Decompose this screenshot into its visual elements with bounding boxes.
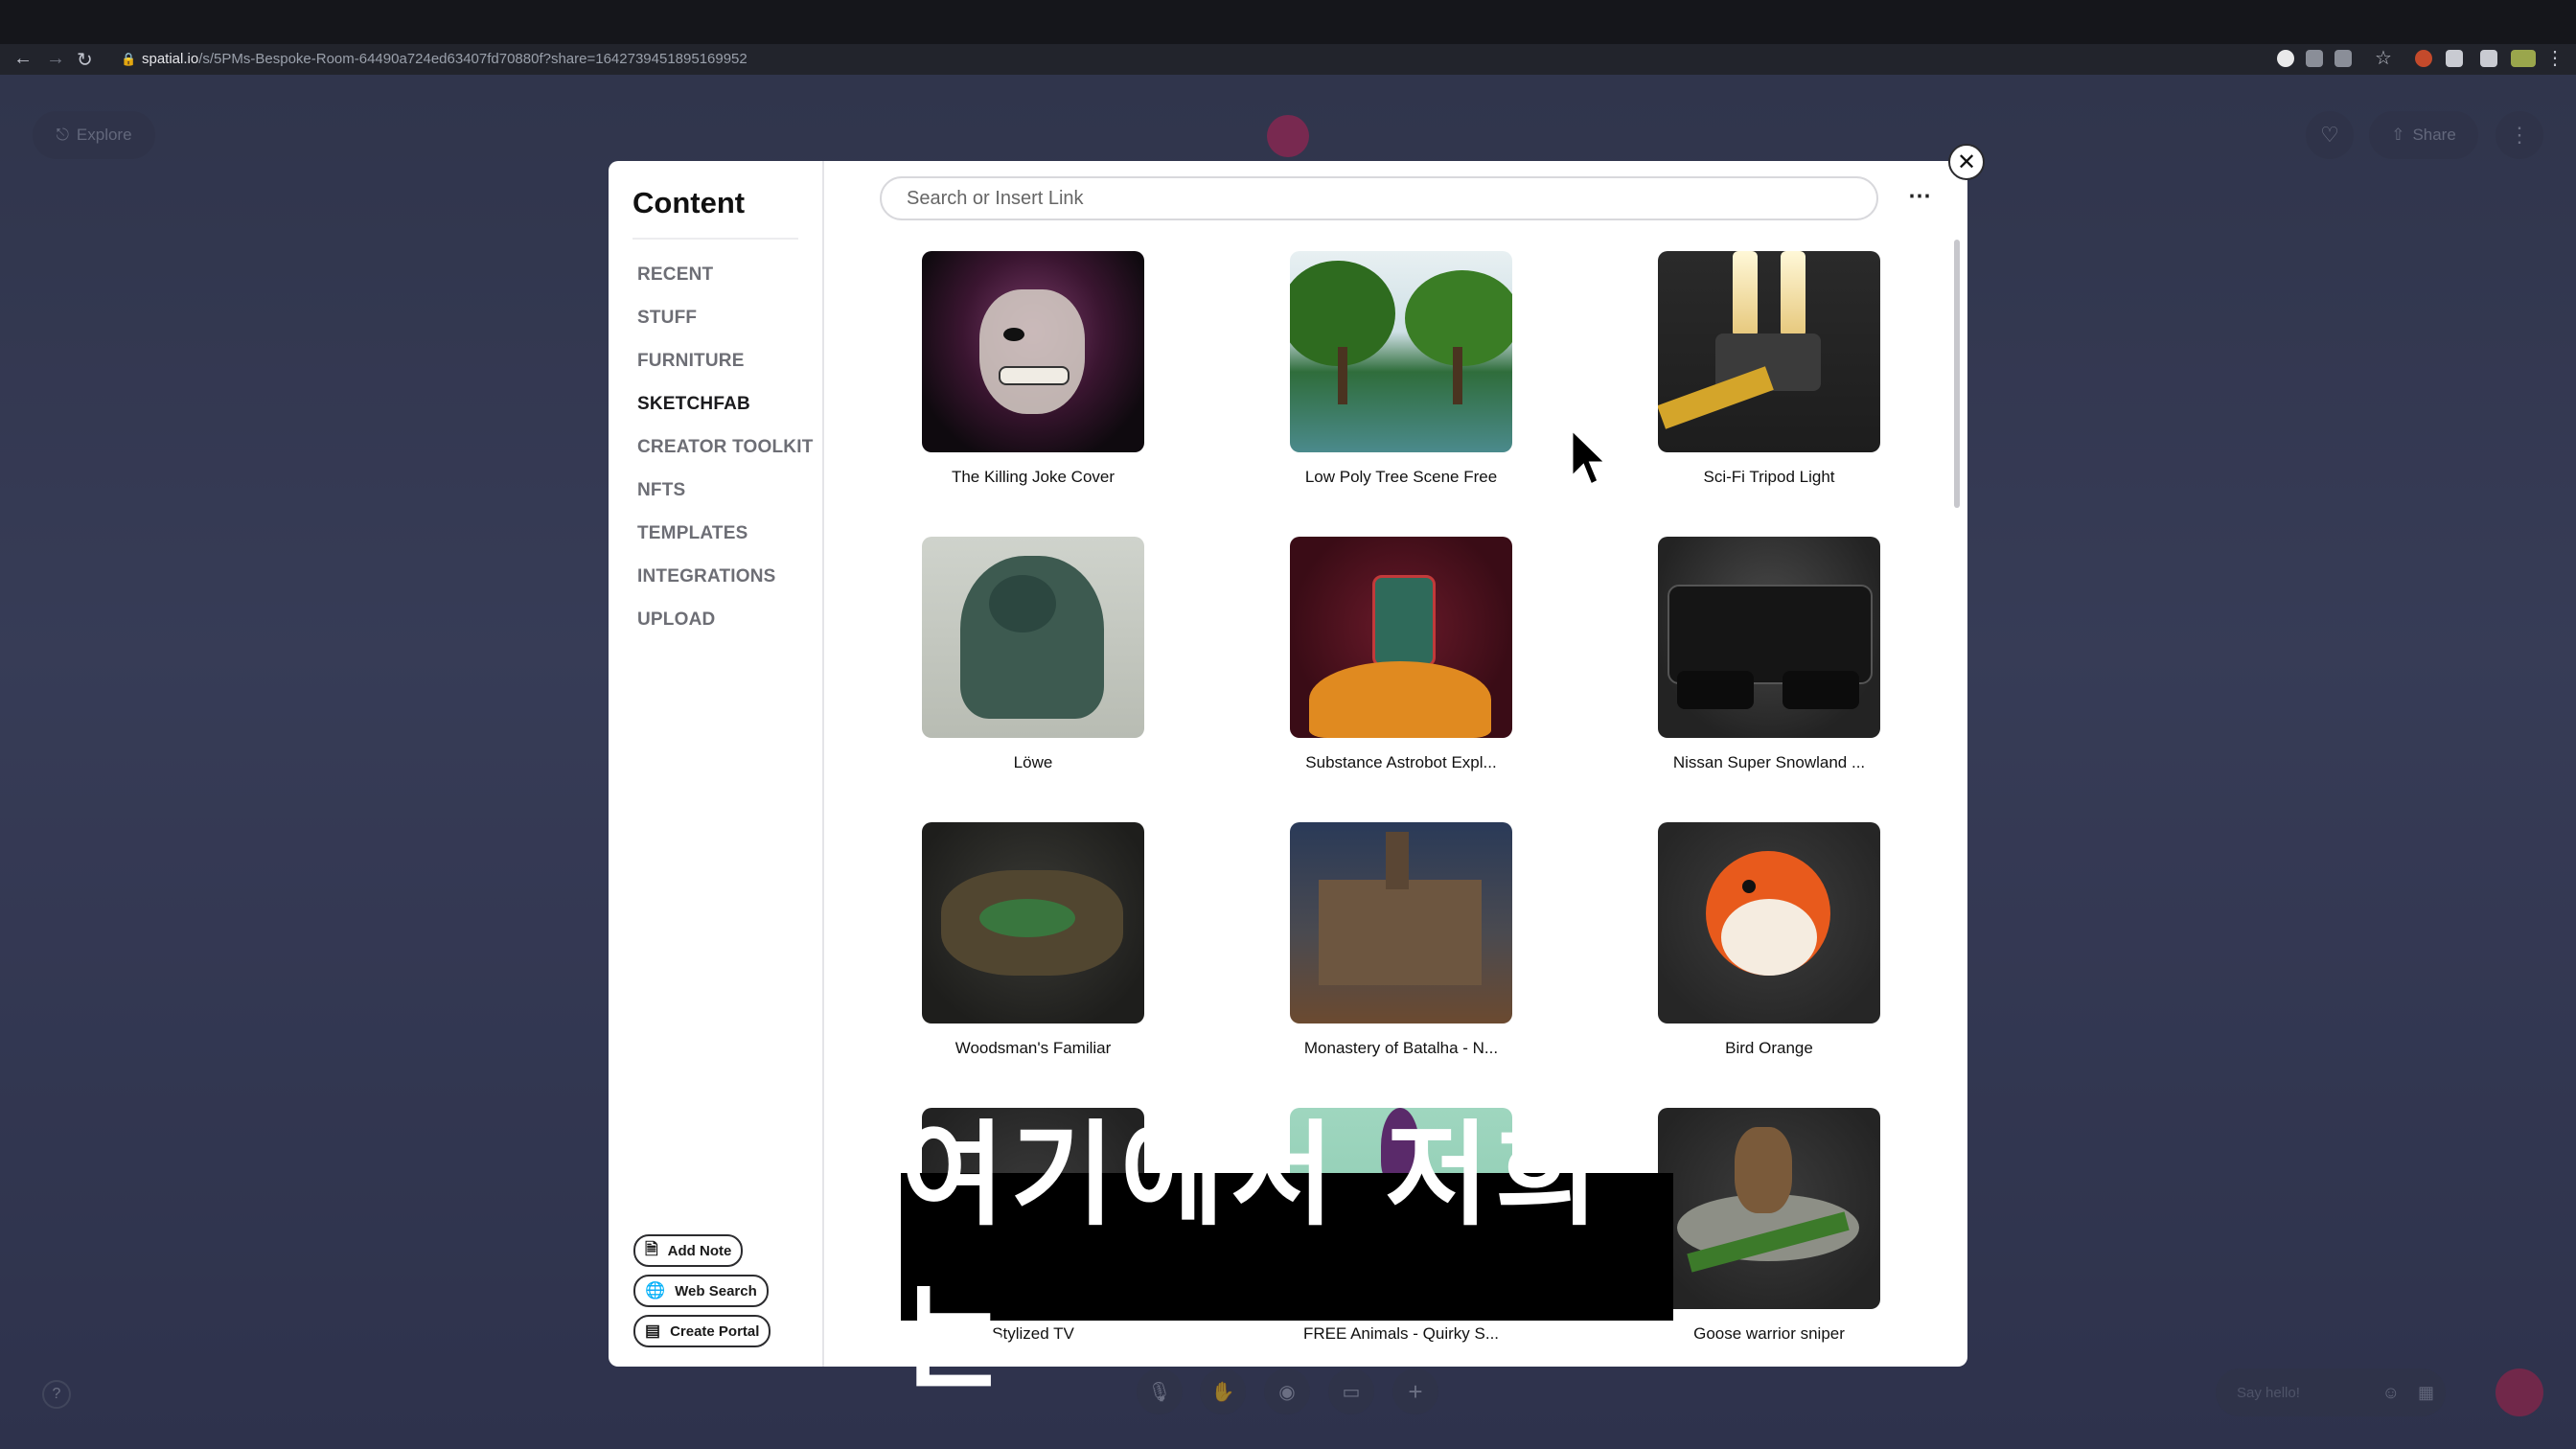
content-card[interactable]: Goose warrior sniper [1658,1108,1880,1344]
address-bar[interactable]: 🔒 spatial.io/s/5PMs-Bespoke-Room-64490a7… [115,47,2242,72]
url-host: spatial.io [142,51,199,67]
add-note-label: Add Note [667,1242,732,1259]
profile-icon[interactable] [2511,50,2536,67]
browser-tab-strip [0,0,2576,44]
sidebar-item-creator-toolkit[interactable]: CREATOR TOOLKIT [637,437,814,458]
card-thumbnail[interactable] [1658,251,1880,452]
content-card[interactable]: Sci-Fi Tripod Light [1658,251,1880,487]
sidebar-item-templates[interactable]: TEMPLATES [637,523,748,544]
card-label: Nissan Super Snowland ... [1672,753,1866,771]
search-input[interactable] [905,187,1848,211]
sidebar-item-integrations[interactable]: INTEGRATIONS [637,566,776,587]
more-options-icon[interactable]: ⋯ [1908,182,1931,210]
content-sidebar: Content RECENT STUFF FURNITURE SKETCHFAB… [609,161,824,1367]
card-thumbnail[interactable] [1290,251,1512,452]
content-card[interactable]: Woodsman's Familiar [922,822,1144,1058]
web-search-button[interactable]: 🌐 Web Search [633,1275,769,1307]
card-thumbnail[interactable] [1290,537,1512,738]
sidebar-item-upload[interactable]: UPLOAD [637,610,715,631]
reload-icon[interactable]: ↻ [77,48,93,72]
google-icon[interactable] [2277,50,2294,67]
globe-icon: 🌐 [645,1281,666,1300]
extensions-puzzle-icon[interactable] [2446,50,2463,67]
sidebar-item-furniture[interactable]: FURNITURE [637,351,745,372]
sidebar-divider [632,238,798,240]
card-label: Woodsman's Familiar [954,1039,1112,1057]
card-thumbnail[interactable] [922,251,1144,452]
portal-icon: ▤ [645,1322,661,1340]
card-label: The Killing Joke Cover [951,468,1116,486]
scrollbar-thumb[interactable] [1954,240,1960,508]
content-card[interactable]: Monastery of Batalha - N... [1290,822,1512,1058]
side-panel-icon[interactable] [2480,50,2497,67]
card-thumbnail[interactable] [922,537,1144,738]
card-label: Monastery of Batalha - N... [1303,1039,1499,1057]
content-card[interactable]: Low Poly Tree Scene Free [1290,251,1512,487]
card-label: Substance Astrobot Expl... [1305,753,1497,771]
sidebar-item-recent[interactable]: RECENT [637,264,713,286]
sidebar-item-nfts[interactable]: NFTS [637,480,685,501]
search-field[interactable] [880,176,1878,220]
content-card[interactable]: The Killing Joke Cover [922,251,1144,487]
create-portal-button[interactable]: ▤ Create Portal [633,1315,771,1347]
video-caption: 여기에서 저희는 [901,1109,1673,1405]
add-note-button[interactable]: 🗎 Add Note [633,1234,744,1267]
browser-toolbar: ← → ↻ 🔒 spatial.io/s/5PMs-Bespoke-Room-6… [0,44,2576,75]
url-path: /s/5PMs-Bespoke-Room-64490a724ed63407fd7… [198,51,748,67]
card-label: Bird Orange [1725,1039,1813,1057]
card-thumbnail[interactable] [1658,1108,1880,1309]
card-thumbnail[interactable] [1658,537,1880,738]
create-portal-label: Create Portal [670,1322,760,1340]
card-thumbnail[interactable] [1658,822,1880,1024]
close-icon: ✕ [1956,149,1977,175]
extension-icon[interactable] [2415,50,2432,67]
sidebar-item-sketchfab[interactable]: SKETCHFAB [637,394,750,415]
forward-icon[interactable]: → [46,48,65,70]
content-card[interactable]: Löwe [922,537,1144,772]
card-thumbnail[interactable] [922,822,1144,1024]
card-label: Löwe [1013,753,1053,771]
card-thumbnail[interactable] [1290,822,1512,1024]
close-modal-button[interactable]: ✕ [1948,144,1985,180]
mouse-cursor-icon [1570,427,1608,488]
browser-menu-icon[interactable]: ⋮ [2545,46,2564,70]
lock-icon: 🔒 [121,52,137,66]
note-icon: 🗎 [645,1239,658,1258]
translate-icon[interactable] [2306,50,2323,67]
content-card[interactable]: Nissan Super Snowland ... [1658,537,1880,772]
modal-title: Content [632,186,746,219]
content-card[interactable]: Bird Orange [1658,822,1880,1058]
bookmark-star-icon[interactable]: ☆ [2375,46,2392,70]
card-label: Sci-Fi Tripod Light [1703,468,1835,486]
web-search-label: Web Search [675,1282,757,1300]
sidebar-item-stuff[interactable]: STUFF [637,308,697,329]
share-page-icon[interactable] [2334,50,2352,67]
back-icon[interactable]: ← [13,48,33,70]
card-label: Low Poly Tree Scene Free [1304,468,1498,486]
content-card[interactable]: Substance Astrobot Expl... [1290,537,1512,772]
